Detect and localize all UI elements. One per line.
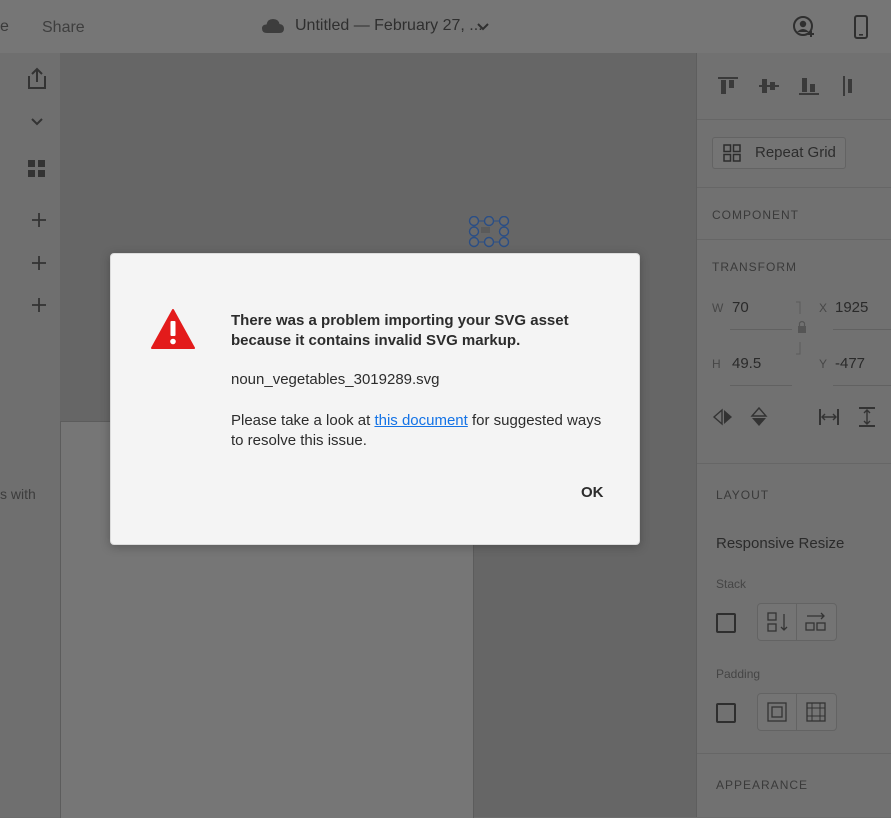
width-label: W	[712, 301, 724, 315]
align-middle-icon[interactable]	[758, 75, 780, 97]
padding-label: Padding	[716, 667, 761, 681]
padding-mode-toggle[interactable]	[757, 693, 837, 731]
y-label: Y	[819, 357, 828, 371]
height-input[interactable]: 49.5	[732, 355, 761, 372]
distribute-horizontal-icon[interactable]	[818, 406, 840, 428]
height-label: H	[712, 357, 721, 371]
grid-icon[interactable]	[27, 159, 47, 179]
warning-icon	[151, 309, 195, 349]
truncated-menu-text[interactable]: e	[0, 18, 9, 36]
width-input[interactable]: 70	[732, 299, 749, 316]
phone-preview-icon[interactable]	[853, 15, 869, 39]
share-tab[interactable]: Share	[42, 19, 85, 37]
flip-horizontal-icon[interactable]	[712, 406, 734, 428]
top-bar: e Share Untitled — February 27, ...	[0, 0, 891, 54]
left-toolbar	[0, 53, 60, 817]
partial-panel-text: s with	[0, 486, 36, 502]
chevron-down-icon[interactable]	[28, 113, 46, 131]
chevron-down-icon[interactable]	[476, 20, 490, 34]
responsive-resize-label: Responsive Resize	[716, 535, 845, 552]
stack-horizontal-icon[interactable]	[804, 611, 828, 633]
help-text-before: Please take a look at	[231, 412, 375, 429]
align-bottom-icon[interactable]	[798, 75, 820, 97]
x-label: X	[819, 301, 828, 315]
stack-label: Stack	[716, 577, 747, 591]
help-document-link[interactable]: this document	[374, 412, 467, 429]
user-add-icon[interactable]	[792, 16, 816, 38]
flip-vertical-icon[interactable]	[748, 406, 770, 428]
align-left-icon[interactable]	[840, 75, 862, 97]
dialog-filename: noun_vegetables_3019289.svg	[231, 371, 440, 388]
plus-icon[interactable]	[30, 296, 48, 314]
dialog-help-text: Please take a look at this document for …	[231, 411, 611, 451]
component-section-title: COMPONENT	[712, 208, 799, 222]
cloud-icon	[262, 19, 284, 33]
plus-icon[interactable]	[30, 211, 48, 229]
distribute-vertical-icon[interactable]	[856, 406, 878, 428]
stack-vertical-icon[interactable]	[766, 611, 790, 633]
repeat-grid-button[interactable]: Repeat Grid	[712, 137, 846, 169]
stack-direction-toggle[interactable]	[757, 603, 837, 641]
transform-section-title: TRANSFORM	[712, 260, 797, 274]
y-input[interactable]: -477	[835, 355, 865, 372]
document-title[interactable]: Untitled — February 27, ...	[295, 17, 483, 35]
x-input[interactable]: 1925	[835, 299, 868, 316]
padding-uniform-icon[interactable]	[767, 702, 787, 722]
layout-section-title: LAYOUT	[716, 488, 770, 502]
repeat-grid-icon	[723, 144, 741, 162]
padding-individual-icon[interactable]	[806, 702, 826, 722]
padding-checkbox[interactable]	[716, 703, 736, 723]
repeat-grid-label: Repeat Grid	[755, 144, 836, 161]
selected-object-handles[interactable]	[468, 216, 510, 248]
lock-aspect-icon[interactable]	[794, 300, 808, 356]
align-top-icon[interactable]	[717, 75, 739, 97]
svg-import-error-dialog: There was a problem importing your SVG a…	[110, 253, 640, 545]
plus-icon[interactable]	[30, 254, 48, 272]
share-icon[interactable]	[24, 66, 50, 92]
dialog-title: There was a problem importing your SVG a…	[231, 312, 569, 349]
ok-button[interactable]: OK	[581, 484, 604, 501]
appearance-section-title: APPEARANCE	[716, 778, 809, 792]
stack-checkbox[interactable]	[716, 613, 736, 633]
